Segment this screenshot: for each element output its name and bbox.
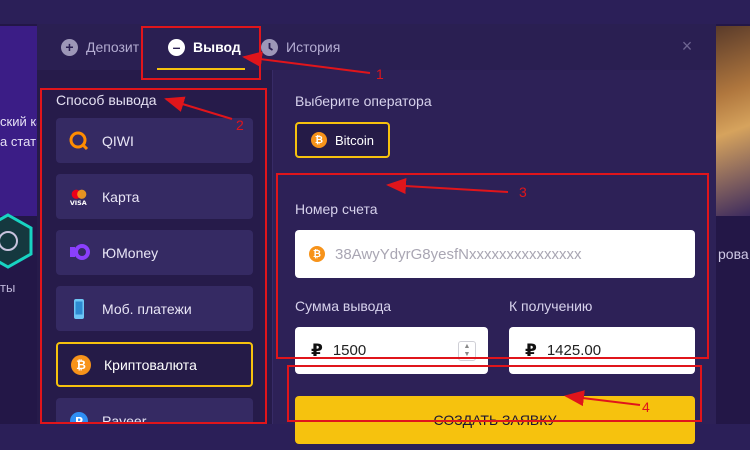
annotation-number-3: 3: [519, 184, 527, 200]
annotation-arrow-2: [164, 96, 233, 120]
annotation-arrow-1: [242, 51, 371, 74]
annotation-number-4: 4: [642, 399, 650, 415]
annotation-number-1: 1: [376, 66, 384, 82]
annotation-number-2: 2: [236, 117, 244, 133]
annotation-arrow-3: [386, 178, 509, 195]
annotation-arrow-4: [564, 390, 641, 407]
annotation-arrows: [164, 51, 641, 407]
